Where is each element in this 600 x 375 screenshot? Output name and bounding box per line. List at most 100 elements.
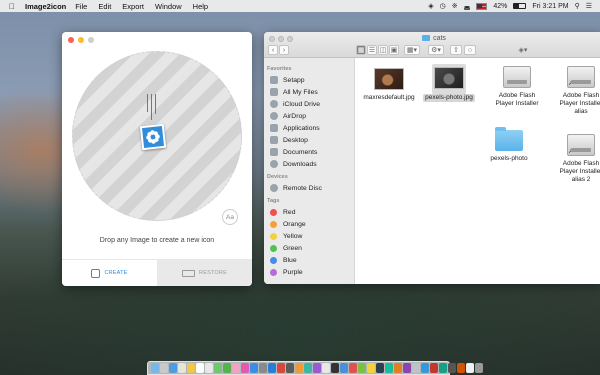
app-dock-icon[interactable] [439,363,447,373]
tab-create[interactable]: CREATE [62,260,157,286]
app-dock-icon[interactable] [322,363,330,373]
back-button[interactable]: ‹ [268,45,278,55]
finder-dock-icon[interactable] [151,363,159,373]
battery-percent[interactable]: 42% [493,3,507,10]
app-dock-icon[interactable] [367,363,375,373]
zoom-button[interactable] [88,37,94,43]
apple-icon[interactable]:  [9,2,19,11]
file-item[interactable]: ↗ Adobe Flash Player Installer alias [551,66,600,116]
menu-window[interactable]: Window [155,2,182,11]
bluetooth-icon[interactable]: ※ [452,2,458,10]
settings-dock-icon[interactable] [259,363,267,373]
applications-icon [270,124,278,132]
app-dock-icon[interactable] [304,363,312,373]
disk-image-icon: ↗ [567,66,595,88]
action-gear-icon[interactable]: ⚙▾ [428,45,444,55]
launchpad-dock-icon[interactable] [160,363,168,373]
mail-dock-icon[interactable] [178,363,186,373]
sidebar-item-remote-disc[interactable]: Remote Disc [264,182,354,194]
app-dock-icon[interactable] [349,363,357,373]
app-dock-icon[interactable] [313,363,321,373]
app-dock-icon[interactable] [331,363,339,373]
sidebar-item-downloads[interactable]: Downloads [264,158,354,170]
app-dock-icon[interactable] [340,363,348,373]
list-icon[interactable]: ☰ [586,2,592,10]
dropbox-toolbar-icon[interactable]: ◈▾ [514,45,532,55]
battery-icon[interactable] [513,3,527,9]
sidebar-item-desktop[interactable]: Desktop [264,134,354,146]
list-view-button[interactable]: ☰ [367,45,377,55]
file-item[interactable]: Adobe Flash Player Installer [487,66,547,108]
app-dock-icon[interactable] [376,363,384,373]
app-dock-icon[interactable] [412,363,420,373]
file-item[interactable]: pexels-photo [479,126,539,163]
menu-edit[interactable]: Edit [98,2,111,11]
app-dock-icon[interactable] [268,363,276,373]
calendar-dock-icon[interactable] [196,363,204,373]
sidebar-item-documents[interactable]: Documents [264,146,354,158]
app-dock-icon[interactable] [421,363,429,373]
tab-restore[interactable]: RESTORE [157,260,252,286]
sidebar-tag-red[interactable]: Red [264,206,354,218]
facetime-dock-icon[interactable] [223,363,231,373]
flag-icon[interactable] [476,2,488,10]
sidebar-tag-orange[interactable]: Orange [264,218,354,230]
app-dock-icon[interactable] [277,363,285,373]
reminders-dock-icon[interactable] [205,363,213,373]
itunes-dock-icon[interactable] [241,363,249,373]
app-dock-icon[interactable] [457,363,465,373]
app-dock-icon[interactable] [394,363,402,373]
downloads-stack-dock-icon[interactable] [466,363,474,373]
blue-tag-icon [270,256,277,264]
icon-view-button[interactable]: ▦ [356,45,366,55]
forward-button[interactable]: › [279,45,289,55]
file-name: Adobe Flash Player Installer alias 2 [559,160,600,183]
sidebar-item-airdrop[interactable]: AirDrop [264,110,354,122]
menu-file[interactable]: File [75,2,87,11]
app-dock-icon[interactable] [358,363,366,373]
sidebar-item-setapp[interactable]: Setapp [264,74,354,86]
menu-app-name[interactable]: Image2icon [25,2,66,11]
arrange-button[interactable]: ▦▾ [404,45,420,55]
app-dock-icon[interactable] [295,363,303,373]
sidebar-item-applications[interactable]: Applications [264,122,354,134]
finder-body: Favorites Setapp All My Files iCloud Dri… [264,58,600,284]
app-dock-icon[interactable] [430,363,438,373]
sidebar-tag-yellow[interactable]: Yellow [264,230,354,242]
dropbox-icon[interactable]: ◈ [428,2,433,10]
timemachine-icon[interactable]: ◷ [440,2,446,10]
file-item-selected[interactable]: pexels-photo.jpg [419,64,479,102]
sidebar-item-label: Green [283,244,302,252]
file-item[interactable]: ↗ Adobe Flash Player Installer alias 2 [551,134,600,184]
app-dock-icon[interactable] [448,363,456,373]
app-dock-icon[interactable] [286,363,294,373]
sidebar-item-all-my-files[interactable]: All My Files [264,86,354,98]
gallery-view-button[interactable]: ▣ [389,45,399,55]
menu-help[interactable]: Help [193,2,208,11]
trash-icon[interactable] [475,363,483,373]
messages-dock-icon[interactable] [214,363,222,373]
notes-dock-icon[interactable] [187,363,195,373]
sidebar-item-icloud-drive[interactable]: iCloud Drive [264,98,354,110]
app-dock-icon[interactable] [403,363,411,373]
sidebar-tag-green[interactable]: Green [264,242,354,254]
finder-title: cats [264,35,600,42]
safari-dock-icon[interactable] [169,363,177,373]
font-button[interactable]: Aa [222,209,238,225]
photos-dock-icon[interactable] [232,363,240,373]
sidebar-item-label: Desktop [283,136,308,144]
tags-icon[interactable]: ○ [464,45,476,55]
appstore-dock-icon[interactable] [250,363,258,373]
close-button[interactable] [68,37,74,43]
wifi-icon[interactable]: ◛ [464,2,471,10]
minimize-button[interactable] [78,37,84,43]
share-icon[interactable]: ⇧ [450,45,462,55]
sidebar-tag-purple[interactable]: Purple [264,266,354,278]
menu-export[interactable]: Export [122,2,144,11]
column-view-button[interactable]: ◫ [378,45,388,55]
file-item[interactable]: maxresdefault.jpg [359,68,419,102]
clock[interactable]: Fri 3:21 PM [532,3,568,10]
sidebar-tag-blue[interactable]: Blue [264,254,354,266]
search-icon[interactable]: ⚲ [575,2,580,10]
app-dock-icon[interactable] [385,363,393,373]
